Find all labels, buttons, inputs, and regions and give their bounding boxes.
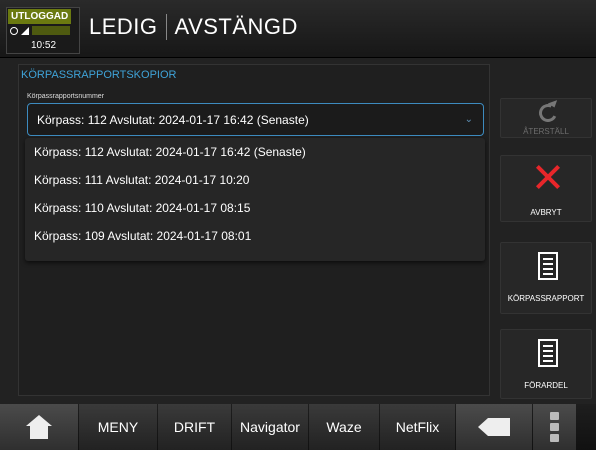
section-title: KÖRPASSRAPPORTSKOPIOR <box>21 69 177 81</box>
bottom-nav: MENY DRIFT Navigator Waze NetFlix <box>0 404 596 450</box>
kebab-icon <box>550 412 559 442</box>
cancel-button[interactable]: AVBRYT <box>500 155 592 222</box>
home-button[interactable] <box>0 404 78 450</box>
document-icon <box>538 339 558 367</box>
signal-strength-bar <box>32 26 70 35</box>
status-primary: LEDIG <box>89 14 158 39</box>
top-status-bar: UTLOGGAD 10:52 LEDIG AVSTÄNGD <box>0 0 596 58</box>
status-indicator: UTLOGGAD 10:52 <box>6 7 80 54</box>
nav-netflix[interactable]: NetFlix <box>380 404 455 450</box>
driver-share-button[interactable]: FÖRARDEL <box>500 329 592 399</box>
report-option[interactable]: Körpass: 112 Avslutat: 2024-01-17 16:42 … <box>25 138 485 166</box>
document-icon <box>538 252 558 280</box>
nav-operation[interactable]: DRIFT <box>158 404 231 450</box>
nav-navigator[interactable]: Navigator <box>232 404 308 450</box>
shift-report-button[interactable]: KÖRPASSRAPPORT <box>500 242 592 314</box>
report-number-select[interactable]: Körpass: 112 Avslutat: 2024-01-17 16:42 … <box>27 103 484 136</box>
chevron-down-icon: ⌄ <box>464 114 473 125</box>
shift-report-label: KÖRPASSRAPPORT <box>507 294 585 303</box>
clock: 10:52 <box>31 40 57 51</box>
more-button[interactable] <box>533 404 576 450</box>
status-secondary: AVSTÄNGD <box>174 14 298 39</box>
vehicle-status: LEDIG AVSTÄNGD <box>89 14 298 40</box>
gps-icon <box>10 26 18 35</box>
reset-button[interactable]: ÅTERSTÄLL <box>500 98 592 138</box>
home-icon <box>26 415 52 439</box>
signal-icon <box>21 26 29 35</box>
report-option[interactable]: Körpass: 111 Avslutat: 2024-01-17 10:20 <box>25 166 485 194</box>
refresh-icon <box>536 101 560 125</box>
nav-menu[interactable]: MENY <box>79 404 157 450</box>
field-label: Körpassrapportsnummer <box>27 93 105 100</box>
selected-report: Körpass: 112 Avslutat: 2024-01-17 16:42 … <box>37 113 309 127</box>
close-icon <box>535 164 561 190</box>
nav-waze[interactable]: Waze <box>309 404 379 450</box>
report-copies-panel: KÖRPASSRAPPORTSKOPIOR Körpassrapportsnum… <box>18 64 490 396</box>
back-button[interactable] <box>456 404 532 450</box>
report-options-list: Körpass: 112 Avslutat: 2024-01-17 16:42 … <box>25 138 485 261</box>
back-icon <box>478 418 510 436</box>
cancel-label: AVBRYT <box>530 208 562 217</box>
report-option[interactable]: Körpass: 110 Avslutat: 2024-01-17 08:15 <box>25 194 485 222</box>
driver-share-label: FÖRARDEL <box>524 381 568 390</box>
report-option[interactable]: Körpass: 109 Avslutat: 2024-01-17 08:01 <box>25 222 485 250</box>
status-divider <box>165 14 167 40</box>
reset-label: ÅTERSTÄLL <box>523 127 569 136</box>
login-status-badge: UTLOGGAD <box>8 9 72 24</box>
